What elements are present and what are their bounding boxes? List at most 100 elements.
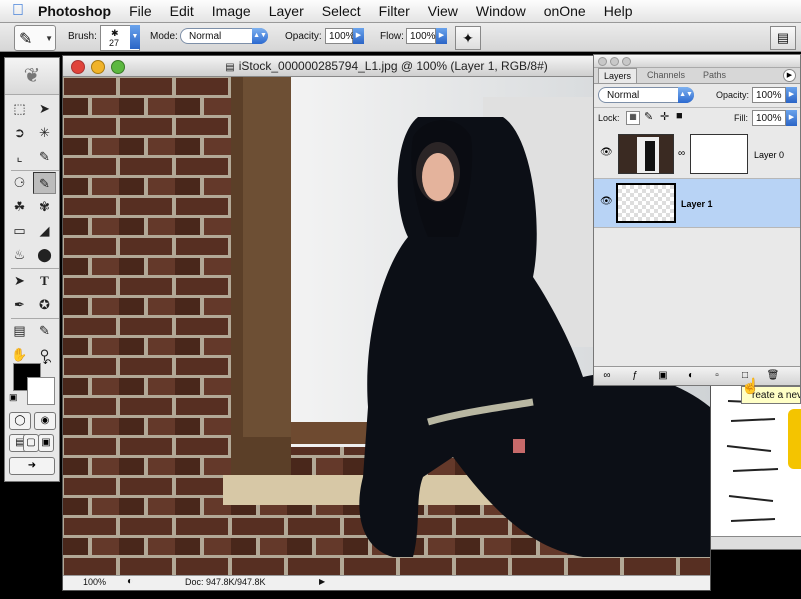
lock-row: Lock: ▦ ✎ ✛ ■ Fill: 100% ▶ [594,107,800,128]
path-selection-icon[interactable]: ➤ [8,270,31,292]
healing-brush-icon[interactable]: ⚆ [8,172,31,194]
lock-image-icon[interactable]: ✎ [644,110,653,123]
menu-layer[interactable]: Layer [260,3,313,19]
zoom-icon[interactable] [622,57,631,66]
history-brush-icon[interactable]: ✾ [33,196,56,218]
menu-help[interactable]: Help [595,3,642,19]
layer-style-icon[interactable]: ƒ [628,369,642,382]
menu-image[interactable]: Image [203,3,260,19]
layer-name: Layer 1 [681,199,713,209]
options-bar: ✎ ▼ Brush: ✱ 27 ▼ Mode: Normal ▲▼ Opacit… [0,23,801,52]
lasso-tool-icon[interactable]: ➲ [8,122,31,144]
slice-tool-icon[interactable]: ✎ [33,146,56,168]
toolbox: ❦ ⬚ ➤ ➲ ✳ ⌞ ✎ ⚆ ✎ ☘ ✾ ▭ ◢ ♨ ⬤ ➤ T ✒ ✪ ▤ … [4,57,60,482]
lock-transparency-icon[interactable]: ▦ [626,111,640,125]
adjustment-layer-icon[interactable]: ◐ [684,369,698,382]
triangle-right-icon[interactable]: ▶ [319,577,325,586]
fill-input[interactable]: 100% ▶ [752,110,797,126]
lock-all-icon[interactable]: ■ [676,110,683,122]
standard-mode-icon[interactable]: ◯ [9,412,31,430]
mode-value: Normal [189,31,222,42]
menu-select[interactable]: Select [313,3,370,19]
background-color-swatch[interactable] [27,377,55,405]
screen-mode-full-menu-icon[interactable]: ▢ [23,434,39,452]
marquee-tool-icon[interactable]: ⬚ [8,98,31,120]
status-menu-icon[interactable]: ◐ [127,576,133,587]
lock-position-icon[interactable]: ✛ [660,110,669,123]
blend-mode-select[interactable]: Normal ▲▼ [598,87,694,103]
trash-icon[interactable]: 🗑 [766,369,780,382]
eye-icon[interactable]: 👁 [600,196,613,207]
layer-thumbnail [618,134,674,174]
flow-value: 100% [410,31,436,42]
menu-view[interactable]: View [419,3,467,19]
eraser-tool-icon[interactable]: ▭ [8,220,31,242]
layer-mask-thumbnail[interactable] [690,134,748,174]
brush-picker[interactable]: ✱ 27 ▼ [100,25,140,51]
gradient-tool-icon[interactable]: ◢ [33,220,56,242]
feather-icon[interactable]: ❦ [5,58,59,95]
zoom-level[interactable]: 100% [83,577,106,587]
quickmask-mode-icon[interactable]: ◉ [34,412,56,430]
palette-title-bar[interactable] [594,55,800,68]
menu-edit[interactable]: Edit [161,3,203,19]
eye-icon[interactable]: 👁 [600,147,613,158]
notes-tool-icon[interactable]: ▤ [8,320,31,342]
flow-label: Flow: [380,31,404,42]
menu-file[interactable]: File [120,3,161,19]
layer-opacity-input[interactable]: 100% ▶ [752,87,797,103]
menu-window[interactable]: Window [467,3,535,19]
apple-icon[interactable]:  [0,2,36,20]
close-icon[interactable] [71,60,85,74]
palette-menu-icon[interactable]: ▶ [783,69,796,82]
triangle-right-icon[interactable]: ▶ [786,110,797,126]
mode-label: Mode: [150,31,178,42]
tab-paths[interactable]: Paths [698,68,731,82]
menu-filter[interactable]: Filter [370,3,419,19]
screen-mode-full-icon[interactable]: ▣ [38,434,54,452]
layer-mask-icon[interactable]: ▣ [656,369,670,382]
link-layers-icon[interactable]: ∞ [600,369,614,382]
default-colors-icon[interactable]: ▣ [9,392,18,403]
triangle-right-icon[interactable]: ▶ [786,87,797,103]
chevron-down-icon: ▼ [45,34,53,43]
opacity-input[interactable]: 100% ▶ [325,28,364,44]
move-tool-icon[interactable]: ➤ [33,98,56,120]
layer-row[interactable]: 👁 Layer 1 [594,179,800,228]
magic-wand-icon[interactable]: ✳ [33,122,56,144]
mode-select[interactable]: Normal ▲▼ [180,28,268,44]
background-document-window[interactable] [700,380,801,550]
pen-tool-icon[interactable]: ✒ [8,294,31,316]
background-image-fragment [788,409,801,469]
layer-row[interactable]: 👁 ∞ Layer 0 [594,130,800,179]
zoom-icon[interactable] [111,60,125,74]
palette-well-icon[interactable]: ▤ [770,26,796,50]
tool-preset-picker[interactable]: ✎ ▼ [14,25,56,51]
menu-app-photoshop[interactable]: Photoshop [36,3,120,19]
triangle-right-icon[interactable]: ▶ [436,28,447,44]
brush-tool-icon[interactable]: ✎ [33,172,56,194]
brush-size: 27 [109,38,120,48]
menu-onone[interactable]: onOne [535,3,595,19]
minimize-icon[interactable] [91,60,105,74]
tab-channels[interactable]: Channels [642,68,690,82]
opacity-value: 100% [329,31,355,42]
minimize-icon[interactable] [610,57,619,66]
type-tool-icon[interactable]: T [33,270,56,292]
swap-colors-icon[interactable]: ↶ [43,358,51,369]
tab-layers[interactable]: Layers [598,68,638,83]
flow-input[interactable]: 100% ▶ [406,28,447,44]
updown-icon: ▲▼ [678,87,694,103]
airbrush-icon[interactable]: ✦ [455,26,481,50]
close-icon[interactable] [598,57,607,66]
jump-to-imageready-icon[interactable]: ➜ [9,457,55,475]
dodge-tool-icon[interactable]: ⬤ [33,244,56,266]
eyedropper-icon[interactable]: ✎ [33,320,56,342]
crop-tool-icon[interactable]: ⌞ [8,146,31,168]
link-icon[interactable]: ∞ [678,148,685,159]
new-group-icon[interactable]: ▫ [710,369,724,382]
clone-stamp-icon[interactable]: ☘ [8,196,31,218]
blur-tool-icon[interactable]: ♨ [8,244,31,266]
shape-tool-icon[interactable]: ✪ [33,294,56,316]
triangle-right-icon[interactable]: ▶ [353,28,364,44]
